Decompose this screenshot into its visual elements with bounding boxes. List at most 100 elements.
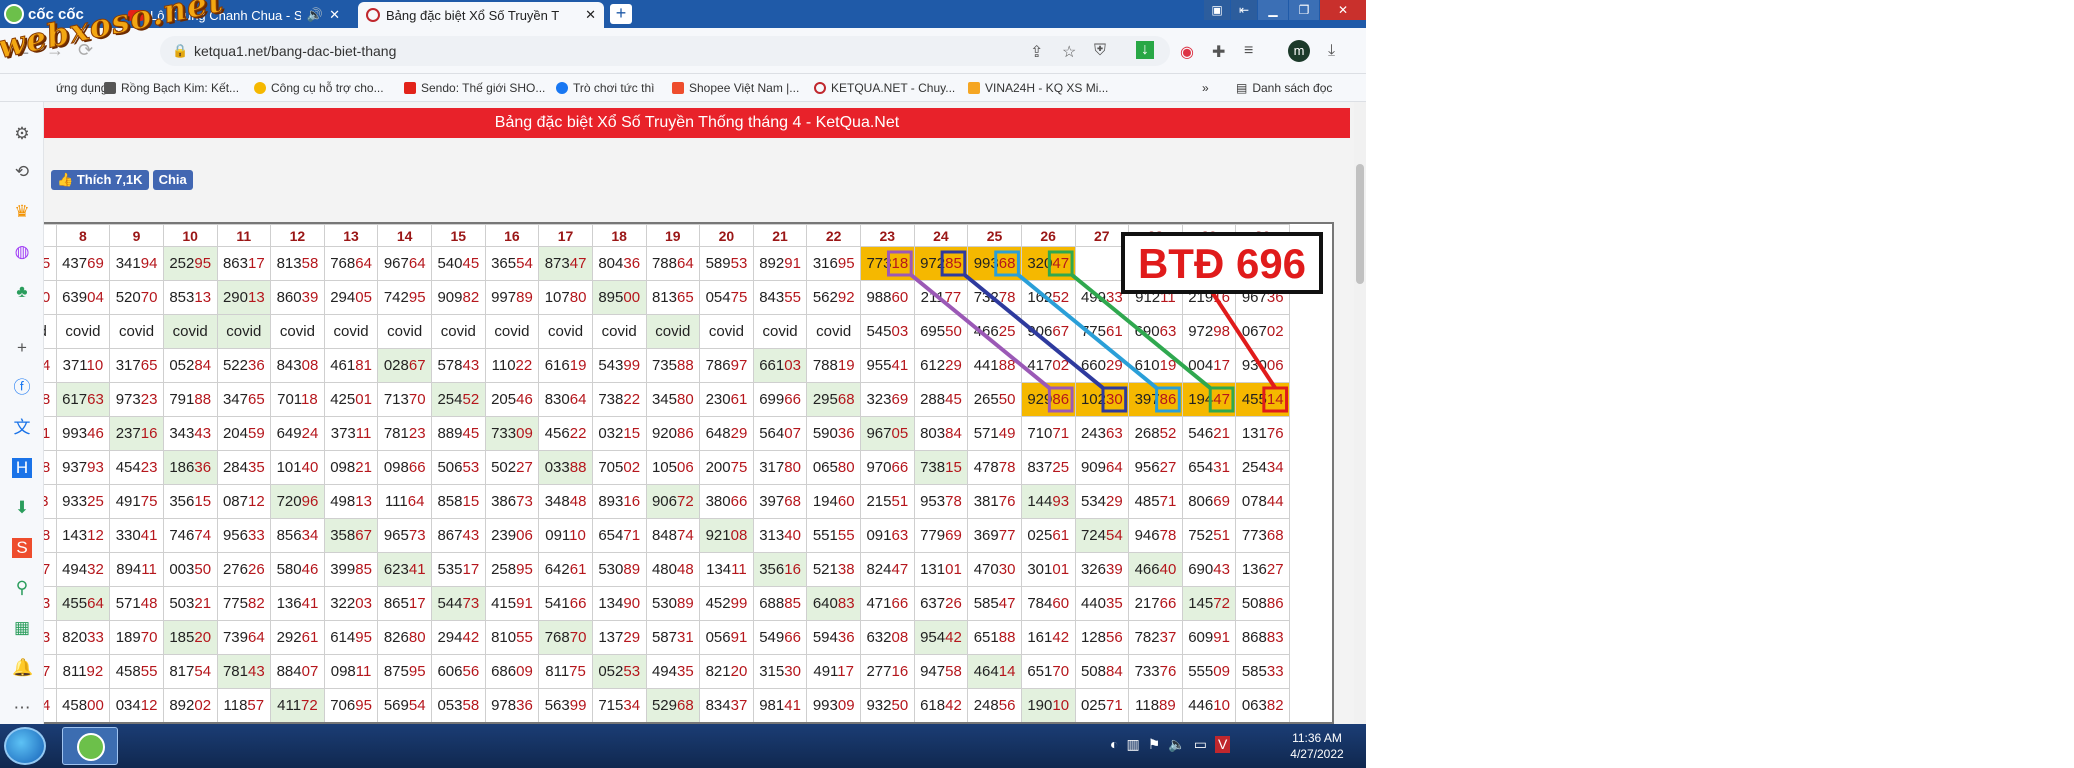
bell-icon[interactable]: 🔔 bbox=[12, 658, 33, 678]
last-two-digits: 15 bbox=[194, 493, 212, 510]
network-icon[interactable]: ▥ bbox=[1126, 736, 1139, 753]
table-row: 2775437110317650528452236843084618102867… bbox=[44, 348, 1290, 383]
download-green-icon[interactable]: ↓ bbox=[1136, 41, 1154, 59]
flag-icon[interactable]: ⚑ bbox=[1148, 736, 1161, 753]
last-two-digits: 10 bbox=[569, 527, 586, 544]
speaker-icon[interactable]: 🔊 bbox=[307, 7, 323, 23]
last-two-digits: 25 bbox=[1052, 459, 1070, 476]
shield-icon[interactable]: ⛨ bbox=[1094, 42, 1106, 60]
download-icon[interactable]: ⤓ bbox=[1328, 42, 1335, 60]
bookmark-item[interactable]: Shopee Việt Nam |... bbox=[672, 81, 799, 95]
last-two-digits: 66 bbox=[730, 493, 748, 510]
back-arrow-icon[interactable]: ⇤ bbox=[1231, 0, 1257, 20]
map-pin-icon[interactable]: ⚲ bbox=[12, 578, 32, 598]
settings-list-icon[interactable]: ≡ bbox=[1244, 42, 1253, 60]
result-cell: 28435 bbox=[216, 450, 272, 485]
h-app-icon[interactable]: H bbox=[12, 458, 32, 478]
bookmark-item[interactable]: Công cụ hỗ trợ cho... bbox=[254, 81, 384, 95]
close-window-button[interactable]: ✕ bbox=[1320, 0, 1366, 20]
shopee-sale-icon[interactable]: S bbox=[12, 538, 32, 558]
last-two-digits: 64 bbox=[355, 255, 372, 272]
facebook-icon[interactable]: ⓕ bbox=[12, 378, 32, 398]
globe-icon[interactable]: ◐ bbox=[1110, 736, 1118, 753]
result-cell: 76864 bbox=[323, 246, 379, 281]
facebook-like-button[interactable]: 👍 Thích 7,1K bbox=[51, 170, 149, 190]
last-two-digits: 17 bbox=[837, 663, 854, 680]
result-cell: 31780 bbox=[752, 450, 808, 485]
antivirus-icon[interactable]: V bbox=[1214, 736, 1231, 753]
last-two-digits: 88 bbox=[569, 459, 587, 476]
bookmark-item[interactable]: Trò chơi tức thì bbox=[556, 81, 654, 95]
translate-icon[interactable]: 文 bbox=[12, 418, 32, 438]
bookmark-item[interactable]: VINA24H - KQ XS Mi... bbox=[968, 81, 1108, 95]
result-cell: 25434 bbox=[1235, 450, 1290, 485]
result-cell: 61619 bbox=[538, 348, 593, 383]
history-icon[interactable]: ⟲ bbox=[12, 162, 32, 182]
browser-toolbar: ← → ⟳ 🔒 ketqua1.net/bang-dac-biet-thang … bbox=[0, 28, 1366, 74]
result-cell: 80384 bbox=[913, 416, 969, 451]
last-two-digits: 45 bbox=[462, 425, 480, 442]
monitor-icon[interactable]: ▭ bbox=[1194, 736, 1207, 753]
clock-time: 11:36 AM bbox=[1292, 731, 1342, 745]
bookmark-item[interactable]: ứng dụng bbox=[56, 81, 107, 95]
taskbar-clock[interactable]: 11:36 AM 4/27/2022 bbox=[1282, 730, 1352, 762]
result-cell: 08712 bbox=[216, 484, 272, 519]
last-two-digits: 16 bbox=[784, 561, 801, 578]
download-arrow-icon[interactable]: ⬇ bbox=[12, 498, 32, 518]
speaker-icon[interactable]: 🔈 bbox=[1168, 736, 1185, 753]
last-two-digits: 38 bbox=[837, 561, 855, 578]
add-icon[interactable]: + bbox=[12, 338, 32, 358]
sheet-icon[interactable]: ▦ bbox=[12, 618, 32, 638]
crown-icon[interactable]: ♛ bbox=[12, 202, 32, 222]
like-label: Thích 7,1K bbox=[76, 172, 143, 187]
table-row: 9465199346237163434320459649243731178123… bbox=[44, 416, 1290, 451]
coccoc-extension-icon[interactable]: ◉ bbox=[1180, 42, 1194, 62]
last-two-digits: 71 bbox=[1105, 697, 1123, 714]
more-dots-icon[interactable]: ⋯ bbox=[12, 698, 32, 718]
bookmark-item[interactable]: KETQUA.NET - Chuy... bbox=[814, 81, 955, 95]
last-two-digits: 86 bbox=[1266, 595, 1284, 612]
result-cell: 84355 bbox=[752, 280, 808, 315]
vertical-scrollbar[interactable] bbox=[1354, 102, 1366, 724]
last-two-digits: 43 bbox=[194, 425, 212, 442]
game-controller-icon[interactable]: ♣ bbox=[12, 282, 32, 302]
screenshot-icon[interactable]: ▣ bbox=[1204, 0, 1230, 20]
bookmark-star-icon[interactable]: ☆ bbox=[1062, 42, 1076, 62]
close-tab-icon[interactable]: ✕ bbox=[329, 7, 340, 23]
gear-icon[interactable]: ⚙ bbox=[12, 124, 32, 144]
result-cell: 09811 bbox=[323, 654, 379, 689]
result-cell: 97836 bbox=[484, 688, 540, 722]
messenger-icon[interactable]: ◍ bbox=[12, 242, 32, 262]
bookmark-item[interactable]: Rồng Bạch Kim: Kết... bbox=[104, 81, 239, 95]
result-cell: 34795 bbox=[44, 246, 57, 281]
bookmark-item[interactable]: Sendo: Thế giới SHO... bbox=[404, 81, 545, 95]
share-icon[interactable]: ⇪ bbox=[1030, 42, 1043, 62]
last-two-digits: 94 bbox=[44, 697, 50, 714]
last-two-digits: 01 bbox=[1052, 561, 1070, 578]
last-two-digits: 23 bbox=[140, 391, 158, 408]
minimize-button[interactable]: ▁ bbox=[1258, 0, 1288, 20]
result-cell: 52070 bbox=[109, 280, 164, 315]
last-two-digits: 74 bbox=[676, 527, 694, 544]
maximize-button[interactable]: ❐ bbox=[1289, 0, 1319, 20]
last-two-digits: 22 bbox=[515, 357, 533, 374]
extensions-puzzle-icon[interactable]: ✚ bbox=[1212, 42, 1225, 62]
last-two-digits: 68 bbox=[998, 255, 1016, 272]
facebook-share-button[interactable]: Chia bbox=[152, 170, 193, 190]
close-tab-icon[interactable]: ✕ bbox=[585, 7, 596, 23]
bookmarks-more-button[interactable]: » bbox=[1202, 81, 1209, 95]
last-two-digits: 30 bbox=[1105, 391, 1123, 408]
tab-ketqua[interactable]: Bảng đặc biệt Xổ Số Truyền T ✕ bbox=[358, 2, 604, 28]
scrollbar-thumb[interactable] bbox=[1356, 164, 1364, 284]
reading-list-button[interactable]: ▤ Danh sách đọc bbox=[1236, 81, 1332, 95]
result-cell: 99346 bbox=[55, 416, 111, 451]
result-cell: 96736 bbox=[1235, 280, 1290, 315]
new-tab-button[interactable]: + bbox=[610, 4, 632, 24]
last-two-digits: 66 bbox=[408, 459, 426, 476]
address-bar[interactable]: 🔒 ketqua1.net/bang-dac-biet-thang bbox=[160, 36, 1170, 66]
result-cell: 57149 bbox=[967, 416, 1022, 451]
column-header: 12 bbox=[270, 224, 325, 247]
avatar[interactable]: m bbox=[1288, 40, 1310, 62]
taskbar-coccoc-app[interactable] bbox=[62, 727, 118, 765]
start-button[interactable] bbox=[4, 727, 46, 765]
